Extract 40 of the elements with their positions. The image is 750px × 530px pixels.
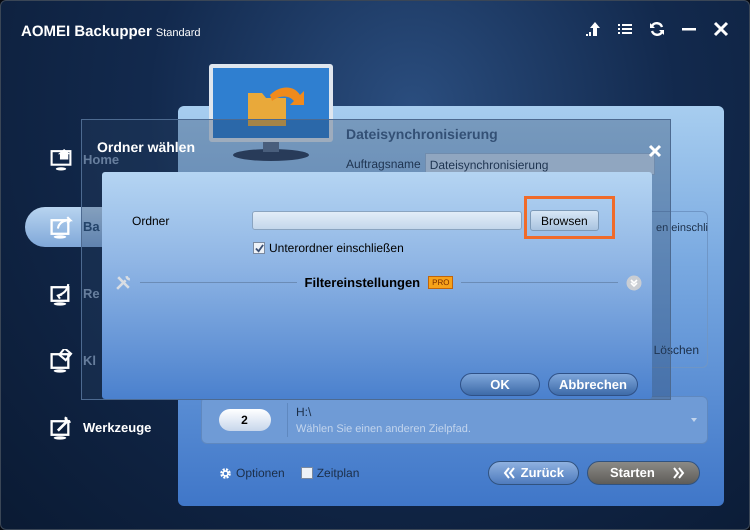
close-icon[interactable]: [713, 21, 729, 37]
double-chevron-left-icon: [502, 467, 515, 479]
gear-icon: [219, 466, 232, 480]
pro-badge: PRO: [428, 276, 454, 290]
monitor-wrench-icon: [49, 416, 73, 440]
target-path: H:\: [296, 404, 312, 421]
cancel-button[interactable]: Abbrechen: [548, 372, 638, 396]
target-hint: Wählen Sie einen anderen Zielpfad.: [296, 422, 472, 437]
expand-toggle-icon[interactable]: [626, 274, 642, 291]
refresh-icon[interactable]: [649, 21, 665, 37]
monitor-home-icon: [49, 148, 73, 172]
sidebar-item[interactable]: Werkzeuge: [1, 394, 178, 461]
schedule-checkbox[interactable]: [300, 467, 313, 479]
monitor-arrow-icon: [49, 215, 73, 239]
option-label: en einschli: [656, 221, 708, 236]
schedule-label: Zeitplan: [316, 465, 360, 482]
filter-settings-label: Filtereinstellungen: [304, 274, 420, 292]
double-chevron-right-icon: [673, 467, 685, 479]
sidebar-item[interactable]: Kl: [1, 327, 178, 394]
upload-icon[interactable]: [585, 21, 601, 37]
app-title: AOMEI Backupper: [21, 22, 152, 42]
include-subfolders-checkbox[interactable]: [253, 242, 265, 254]
folder-label: Ordner: [132, 212, 170, 230]
sidebar-item[interactable]: Re: [1, 260, 178, 327]
include-subfolders-label: Unterordner einschließen: [269, 240, 404, 257]
target-field[interactable]: 2 H:\ Wählen Sie einen anderen Zielpfad.: [201, 396, 708, 444]
task-title: Dateisynchronisierung: [345, 125, 499, 144]
step-number: 2: [218, 409, 270, 431]
field-label: Auftragsname: [346, 156, 421, 173]
monitor-diamond-icon: [49, 348, 73, 372]
options-link[interactable]: Optionen: [219, 464, 285, 482]
dialog-title: Ordner wählen: [97, 138, 196, 155]
folder-field[interactable]: [252, 211, 522, 230]
browse-button[interactable]: Browsen: [530, 210, 599, 231]
back-button[interactable]: Zurück: [488, 461, 579, 485]
ok-button[interactable]: OK: [460, 372, 540, 396]
start-button[interactable]: Starten: [587, 461, 700, 485]
delete-link[interactable]: Löschen: [654, 341, 699, 359]
menu-icon[interactable]: [617, 21, 633, 37]
app-edition: Standard: [156, 26, 201, 41]
